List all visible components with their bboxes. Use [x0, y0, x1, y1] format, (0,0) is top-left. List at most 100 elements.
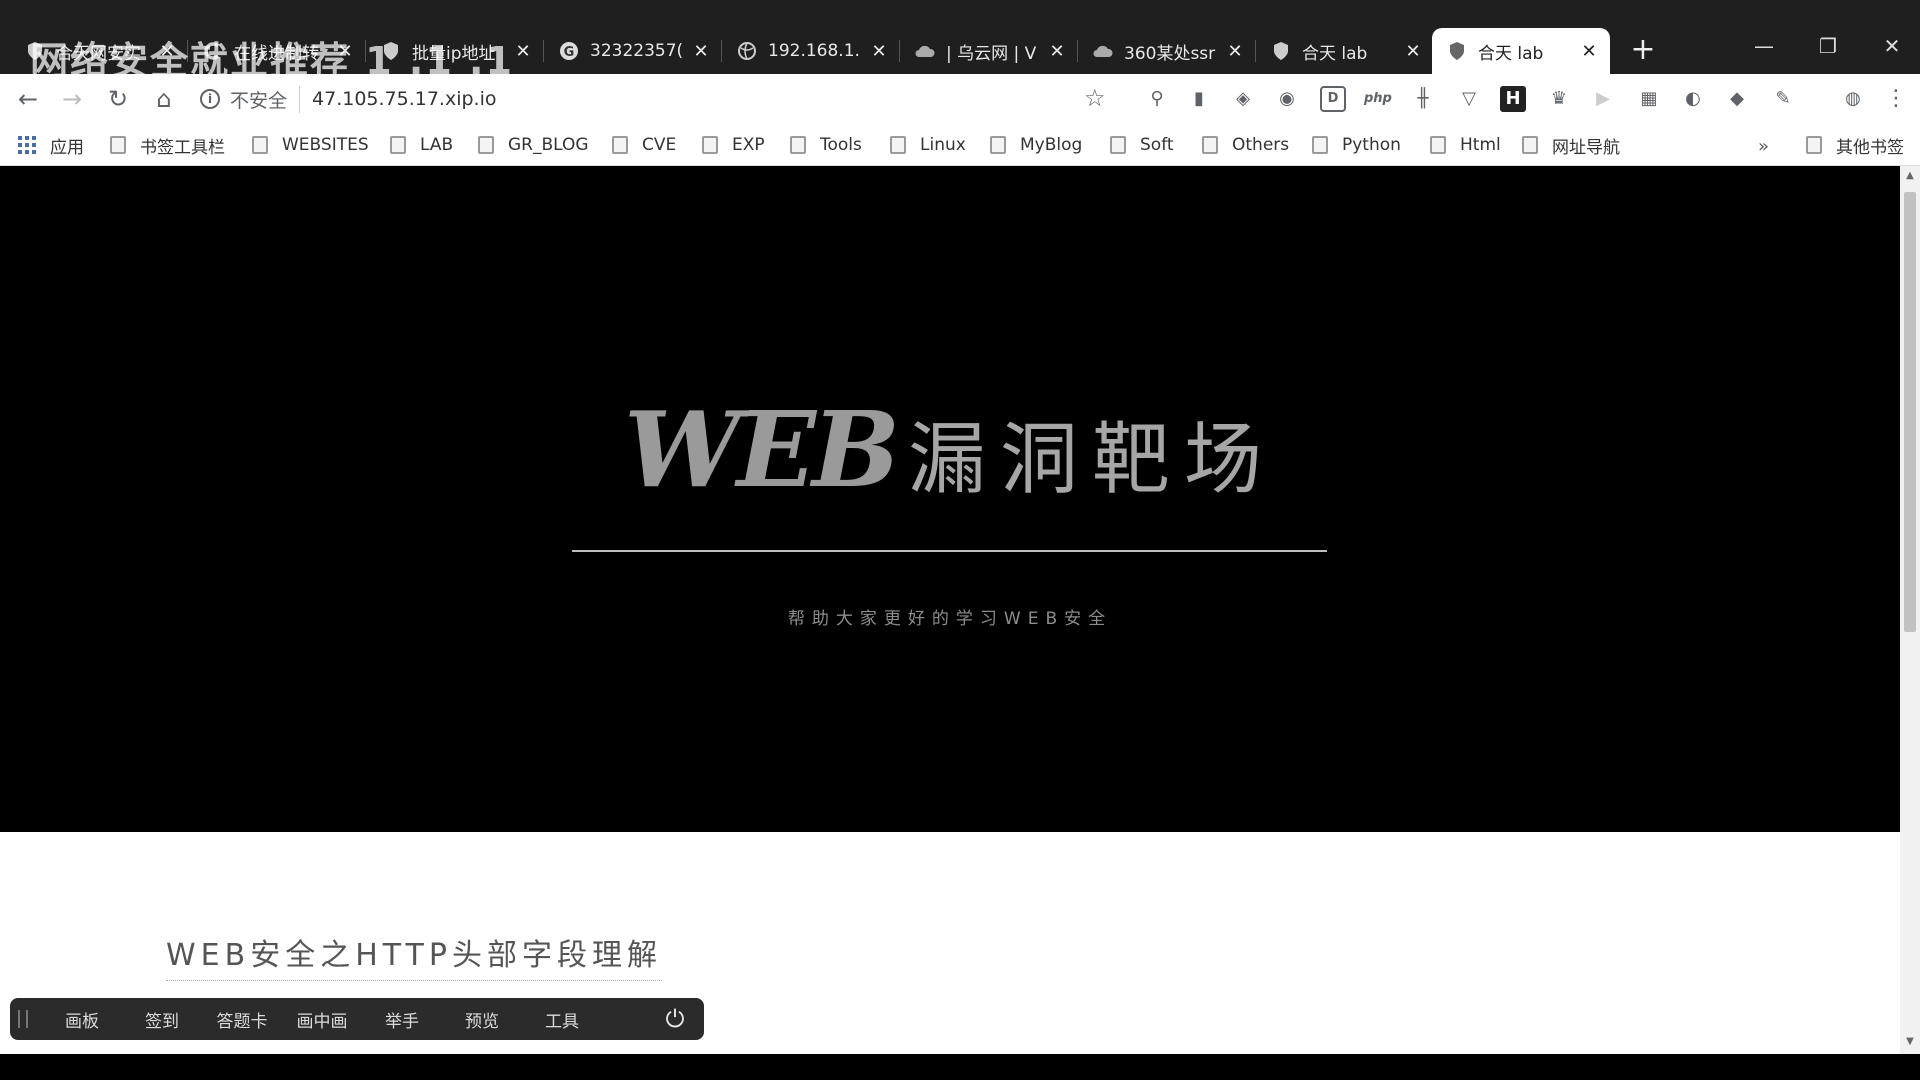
address-bar[interactable]: i 不安全 47.105.75.17.xip.io [200, 80, 1070, 118]
bookmark-folder[interactable]: LAB [390, 132, 453, 158]
close-tab-icon[interactable]: ✕ [156, 40, 178, 62]
close-window-button[interactable]: ✕ [1862, 28, 1920, 64]
extension-icon[interactable]: ▮ [1186, 86, 1212, 112]
menu-icon[interactable]: ⋮ [1884, 84, 1908, 114]
bookmark-star-icon[interactable]: ☆ [1084, 84, 1106, 112]
tab-4[interactable]: G 32322357( ✕ [544, 28, 722, 74]
bookmark-folder[interactable]: Soft [1110, 132, 1174, 158]
close-tab-icon[interactable]: ✕ [1046, 40, 1068, 62]
checkin-button[interactable]: 签到 [122, 1007, 202, 1032]
minimize-button[interactable]: — [1734, 28, 1794, 64]
close-tab-icon[interactable]: ✕ [868, 40, 890, 62]
extension-icon[interactable]: ♛ [1546, 86, 1572, 112]
close-tab-icon[interactable]: ✕ [1224, 40, 1246, 62]
hero-web-logo: WEB [624, 388, 900, 511]
bookmark-label: 书签工具栏 [140, 137, 225, 158]
preview-button[interactable]: 预览 [442, 1007, 522, 1032]
filter-icon[interactable]: ▽ [1456, 86, 1482, 112]
tools-button[interactable]: 工具 [522, 1007, 602, 1032]
browser-toolbar: ← → ↻ ⌂ i 不安全 47.105.75.17.xip.io ☆ ⚲ ▮ … [0, 74, 1920, 124]
tab-2[interactable]: 在线进制转 ✕ [188, 28, 366, 74]
bookmark-folder[interactable]: GR_BLOG [478, 132, 589, 158]
hero-subtitle: 帮助大家更好的学习WEB安全 [787, 609, 1113, 629]
back-icon[interactable]: ← [12, 83, 44, 115]
browser-window: 合天网安实 ✕ 在线进制转 ✕ 批量ip地址 ✕ G 32322357( ✕ 1… [0, 0, 1920, 1080]
bookmark-apps[interactable]: 应用 [18, 132, 84, 158]
answer-card-button[interactable]: 答题卡 [202, 1007, 282, 1032]
new-tab-button[interactable]: + [1628, 35, 1658, 66]
c-logo-icon [202, 40, 224, 62]
php-extension-icon[interactable]: php [1364, 86, 1392, 112]
bookmark-folder[interactable]: MyBlog [990, 132, 1082, 158]
extension-icon[interactable]: ◉ [1274, 86, 1300, 112]
bookmarks-overflow-button[interactable]: » [1758, 136, 1769, 157]
extension-icon[interactable]: ✎ [1770, 86, 1796, 112]
bookmark-folder[interactable]: EXP [702, 132, 765, 158]
tab-8[interactable]: 合天 lab ✕ [1256, 28, 1434, 74]
profile-icon[interactable]: ◍ [1840, 86, 1866, 112]
bookmark-folder[interactable]: CVE [612, 132, 676, 158]
extension-icon[interactable]: ◈ [1230, 86, 1256, 112]
bookmark-folder[interactable]: WEBSITES [252, 132, 369, 158]
drag-handle-icon[interactable] [18, 1010, 28, 1028]
extension-icon[interactable]: D [1320, 86, 1346, 112]
tab-9-active[interactable]: 合天 lab ✕ [1432, 28, 1610, 74]
folder-icon [478, 136, 494, 154]
scroll-down-icon[interactable]: ▼ [1903, 1036, 1917, 1048]
folder-icon [990, 136, 1006, 154]
tab-1[interactable]: 合天网安实 ✕ [10, 28, 188, 74]
bookmark-folder[interactable]: Python [1312, 132, 1401, 158]
restore-button[interactable]: ❐ [1798, 28, 1858, 64]
scroll-thumb[interactable] [1904, 192, 1916, 632]
extension-icon[interactable]: ▦ [1636, 86, 1662, 112]
bookmark-folder[interactable]: Linux [890, 132, 966, 158]
info-icon: i [200, 89, 220, 109]
folder-icon [1202, 136, 1218, 154]
bookmark-folder[interactable]: Html [1430, 132, 1501, 158]
tab-title: 在线进制转 [234, 43, 319, 64]
bookmark-folder[interactable]: 书签工具栏 [110, 132, 225, 158]
play-icon[interactable]: ▶ [1590, 86, 1616, 112]
bookmark-label: 其他书签 [1836, 137, 1904, 158]
extension-icon[interactable]: ◆ [1724, 86, 1750, 112]
extension-icon[interactable]: ╫ [1410, 86, 1436, 112]
bookmark-label: Soft [1140, 135, 1174, 155]
bookmark-folder[interactable]: Others [1202, 132, 1289, 158]
url-text[interactable]: 47.105.75.17.xip.io [312, 88, 496, 110]
reload-icon[interactable]: ↻ [102, 83, 134, 115]
bookmark-folder[interactable]: Tools [790, 132, 862, 158]
security-label: 不安全 [230, 89, 288, 112]
power-icon[interactable]: ⏻ [660, 1004, 690, 1034]
tab-7[interactable]: 360某处ssr ✕ [1078, 28, 1256, 74]
extension-icon[interactable]: H [1500, 86, 1526, 112]
forward-icon[interactable]: → [56, 83, 88, 115]
close-tab-icon[interactable]: ✕ [1578, 40, 1600, 62]
whiteboard-button[interactable]: 画板 [42, 1007, 122, 1032]
other-bookmarks[interactable]: 其他书签 [1806, 132, 1904, 158]
close-tab-icon[interactable]: ✕ [690, 40, 712, 62]
folder-icon [1110, 136, 1126, 154]
security-chip[interactable]: i 不安全 [200, 85, 301, 113]
extension-icon[interactable]: ◐ [1680, 86, 1706, 112]
close-tab-icon[interactable]: ✕ [1402, 40, 1424, 62]
floating-classroom-toolbar: 画板 签到 答题卡 画中画 举手 预览 工具 ⏻ [10, 998, 704, 1040]
bookmark-folder[interactable]: 网址导航 [1522, 132, 1620, 158]
folder-icon [790, 136, 806, 154]
close-tab-icon[interactable]: ✕ [334, 40, 356, 62]
tab-title: 合天网安实 [56, 43, 141, 64]
raise-hand-button[interactable]: 举手 [362, 1007, 442, 1032]
home-icon[interactable]: ⌂ [148, 83, 180, 115]
section-title[interactable]: WEB安全之HTTP头部字段理解 [166, 930, 662, 981]
tab-6[interactable]: | 乌云网 | V ✕ [900, 28, 1078, 74]
extension-icon[interactable]: ⚲ [1144, 86, 1170, 112]
scroll-up-icon[interactable]: ▲ [1903, 170, 1917, 182]
shield-icon [24, 40, 46, 62]
hero-banner: WEB 漏洞靶场 帮助大家更好的学习WEB安全 [0, 166, 1900, 832]
picture-in-picture-button[interactable]: 画中画 [282, 1007, 362, 1032]
tab-3[interactable]: 批量ip地址 ✕ [366, 28, 544, 74]
bookmark-label: Linux [920, 135, 966, 155]
tab-strip: 合天网安实 ✕ 在线进制转 ✕ 批量ip地址 ✕ G 32322357( ✕ 1… [0, 0, 1920, 83]
close-tab-icon[interactable]: ✕ [512, 40, 534, 62]
tab-5[interactable]: 192.168.1. ✕ [722, 28, 900, 74]
bookmarks-bar: 应用 书签工具栏 WEBSITES LAB GR_BLOG CVE EXP To… [0, 124, 1920, 166]
